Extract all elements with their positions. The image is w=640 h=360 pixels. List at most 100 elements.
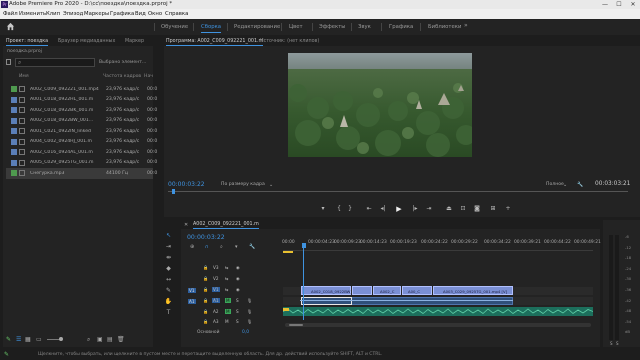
solo-button[interactable]: S <box>236 298 239 303</box>
track-lock-icon[interactable]: 🔒 <box>203 309 208 315</box>
solo-button[interactable]: S <box>236 319 239 324</box>
menu-sequence[interactable]: Эпизод <box>63 11 83 17</box>
mute-button[interactable]: M <box>225 319 229 324</box>
find-icon[interactable]: ⌕ <box>87 336 90 344</box>
track-select-tool-icon[interactable]: ⇥ <box>164 242 173 251</box>
clip-music[interactable] <box>282 307 594 316</box>
tab-media-browser[interactable]: Браузер медиаданных <box>58 39 115 44</box>
track-target-label[interactable]: V2 <box>212 276 220 281</box>
add-marker-icon[interactable]: ▾ <box>318 205 328 212</box>
voice-over-record-icon[interactable]: 🎙 <box>247 309 252 315</box>
label-color-swatch[interactable] <box>11 86 17 92</box>
menu-clip[interactable]: Клип <box>46 11 60 17</box>
source-patch-audio[interactable]: A1 <box>188 299 196 304</box>
label-color-swatch[interactable] <box>11 170 17 176</box>
workspace-editing[interactable]: Редактирование <box>234 24 280 30</box>
new-item-icon[interactable]: ▤ <box>107 336 113 343</box>
audio-fade-marker[interactable] <box>283 308 289 311</box>
mute-button[interactable]: M <box>225 298 231 303</box>
toggle-output-icon[interactable]: ◉ <box>236 265 240 270</box>
pen-tool-icon[interactable]: ✎ <box>164 286 173 295</box>
track-target-label[interactable]: V3 <box>212 265 220 270</box>
toggle-output-icon[interactable]: ◉ <box>236 287 240 292</box>
tab-project[interactable]: Проект: поездка <box>6 39 49 46</box>
tab-markers[interactable]: Маркер <box>125 39 144 44</box>
quality-dropdown[interactable]: Полное <box>546 182 564 187</box>
freeform-view-icon[interactable]: ▭ <box>36 336 42 343</box>
master-level[interactable]: 0,0 <box>242 330 249 335</box>
search-input[interactable]: ⌕ <box>15 58 95 67</box>
zoom-slider-handle[interactable] <box>59 337 63 341</box>
fit-dropdown-chevron-icon[interactable]: ⌄ <box>269 182 273 188</box>
label-color-swatch[interactable] <box>11 128 17 134</box>
slip-tool-icon[interactable]: ↔ <box>164 275 173 284</box>
mute-button[interactable]: M <box>225 309 231 314</box>
project-file-row[interactable]: Снегурка.mp3 44100 Гц 00:0 <box>6 168 157 179</box>
close-button[interactable]: ✕ <box>626 0 640 9</box>
razor-tool-icon[interactable]: ◆ <box>164 264 173 273</box>
project-file-row[interactable]: A004_C002_0924HJ_001.m 23,976 кадр/с 00:0 <box>6 137 157 148</box>
lift-icon[interactable]: ⏏ <box>444 205 454 212</box>
work-area-bar[interactable] <box>283 251 293 253</box>
step-back-icon[interactable]: ◂| <box>378 205 388 212</box>
track-target-label[interactable]: A2 <box>212 309 220 314</box>
project-file-row[interactable]: A002_C018_0922BW_001... 23,976 кадр/с 00:0 <box>6 116 157 127</box>
go-to-in-icon[interactable]: ⇤ <box>364 205 374 212</box>
video-frame[interactable] <box>288 53 472 157</box>
step-forward-icon[interactable]: |▸ <box>410 205 420 212</box>
volume-line[interactable] <box>300 300 513 301</box>
program-timecode[interactable]: 00:00:03:22 <box>168 181 205 188</box>
toggle-output-icon[interactable]: ◉ <box>236 276 240 281</box>
selected-audio-clip[interactable] <box>301 297 352 305</box>
menu-window[interactable]: Окно <box>148 11 162 17</box>
solo-left-button[interactable]: S <box>610 341 613 346</box>
timeline-scrollbar-thumb[interactable] <box>289 324 303 326</box>
track-lock-icon[interactable]: 🔒 <box>203 276 208 282</box>
close-tab-icon[interactable]: ✕ <box>184 222 188 228</box>
label-color-swatch[interactable] <box>11 96 17 103</box>
clip-video[interactable]: A003_C029_0925TG_001.mp4 [V] <box>433 286 513 295</box>
track-target-label[interactable]: V1 <box>212 287 220 292</box>
track-lock-icon[interactable]: 🔒 <box>203 265 208 271</box>
solo-right-button[interactable]: S <box>616 341 619 346</box>
tab-source[interactable]: Источник: (нет клипов) <box>260 39 319 44</box>
workspace-graphics[interactable]: Графика <box>389 24 413 30</box>
voice-over-record-icon[interactable]: 🎙 <box>247 298 252 304</box>
program-scrubber[interactable] <box>168 191 628 192</box>
column-fps[interactable]: Частота кадров <box>103 74 141 79</box>
menu-view[interactable]: Вид <box>135 11 146 17</box>
more-workspaces-icon[interactable]: » <box>464 22 468 29</box>
minimize-button[interactable]: — <box>598 0 612 9</box>
extract-icon[interactable]: ⊡ <box>458 205 468 212</box>
column-start[interactable]: Нач <box>144 74 153 79</box>
sync-lock-icon[interactable]: ⇆ <box>225 276 229 281</box>
menu-markers[interactable]: Маркеры <box>84 11 109 17</box>
project-file-row[interactable]: A002_C009_092221_001.mp4 23,976 кадр/с 00:… <box>6 84 157 95</box>
track-target-label[interactable]: A3 <box>212 319 220 324</box>
tab-program[interactable]: Программа: A002_C009_092221_001.m <box>166 39 264 46</box>
project-file-row[interactable]: A002_C016_0924AL_001.m 23,976 кадр/с 00:0 <box>6 147 157 158</box>
clear-icon[interactable]: 🗑 <box>117 336 125 343</box>
list-view-icon[interactable]: ☰ <box>16 336 21 343</box>
source-patch-video[interactable]: V1 <box>188 288 196 293</box>
icon-view-icon[interactable]: ▦ <box>25 336 31 343</box>
selection-tool-icon[interactable]: ↖ <box>164 231 173 240</box>
home-icon[interactable] <box>6 22 15 31</box>
hand-tool-icon[interactable]: ✋ <box>164 297 173 306</box>
clip-video[interactable]: A002_C <box>373 286 401 295</box>
project-file-row[interactable]: A001_C021_0922IN_linked 23,976 кадр/с 00:0 <box>6 126 157 137</box>
nest-icon[interactable]: ⊕ <box>190 244 194 250</box>
project-file-row[interactable]: A005_C029_0925TG_001.m 23,976 кадр/с 00:0 <box>6 158 157 169</box>
project-file-row[interactable]: A002_C018_0922BK_001.m 23,976 кадр/с 00:0 <box>6 105 157 116</box>
label-color-swatch[interactable] <box>11 138 17 145</box>
label-color-swatch[interactable] <box>11 159 17 166</box>
sync-lock-icon[interactable]: ⇆ <box>225 287 229 292</box>
track-target-label[interactable]: A1 <box>212 298 220 303</box>
column-name[interactable]: Имя <box>19 74 29 79</box>
timeline-timecode[interactable]: 00:00:03:22 <box>187 234 225 241</box>
pencil-icon[interactable]: ✎ <box>6 336 11 343</box>
workspace-color[interactable]: Цвет <box>289 24 303 30</box>
go-to-out-icon[interactable]: ⇥ <box>424 205 434 212</box>
linked-selection-icon[interactable]: ⌕ <box>220 244 223 250</box>
clip-video[interactable] <box>352 286 372 295</box>
